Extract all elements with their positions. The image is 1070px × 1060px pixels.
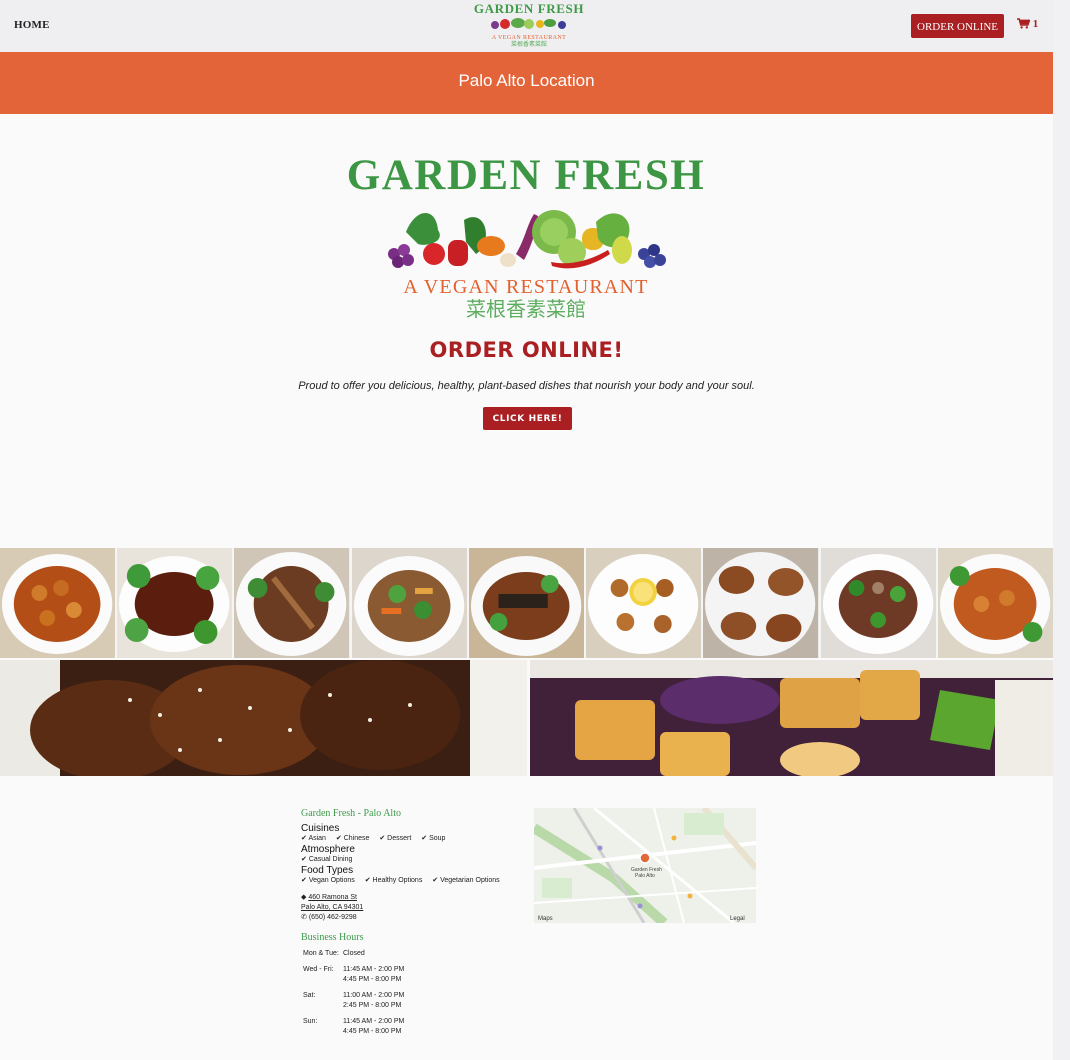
featured-dish-photo (0, 660, 1053, 776)
hero-logo-title: GARDEN FRESH (346, 152, 706, 199)
restaurant-info: Garden Fresh - Palo Alto Cuisines ✔ Asia… (301, 808, 531, 1043)
list-item: ✔ Healthy Options (364, 877, 423, 884)
food-types-list: ✔ Vegan Options ✔ Healthy Options ✔ Vege… (301, 876, 531, 884)
hours-days: Sun: (303, 1018, 318, 1025)
cart-count: 1 (1032, 18, 1039, 30)
header-logo-chinese: 菜根香素菜館 (510, 42, 547, 48)
list-item: ✔ Dessert (379, 835, 412, 842)
header-logo-subtitle: A VEGAN RESTAURANT (491, 35, 567, 41)
location-banner: Palo Alto Location (0, 52, 1053, 114)
business-hours-title: Business Hours (301, 932, 364, 943)
address-link-line1[interactable]: 460 Ramona St (308, 894, 357, 901)
list-item: ✔ Vegan Options (301, 877, 355, 884)
hours-times: 11:45 AM - 2:00 PM 4:45 PM - 8:00 PM (343, 1018, 405, 1035)
address-link-line2[interactable]: Palo Alto, CA 94301 (301, 904, 363, 911)
phone-icon: ✆ (301, 914, 307, 921)
list-item: ✔ Vegetarian Options (432, 877, 500, 884)
hours-days: Sat: (303, 992, 316, 999)
location-map[interactable]: Garden Fresh Palo Alto Maps Legal (531, 806, 759, 927)
dish-photo (234, 548, 352, 658)
vegetables-illustration-icon (388, 210, 666, 269)
order-online-heading: ORDER ONLINE! (429, 338, 624, 362)
tagline: Proud to offer you delicious, healthy, p… (298, 380, 755, 392)
hero-logo-chinese: 菜根香素菜館 (466, 299, 586, 321)
featured-dish-photos (0, 660, 1053, 776)
window-scroll-gutter (1053, 0, 1070, 1060)
dish-photo (351, 548, 469, 658)
atmosphere-label: Atmosphere (301, 844, 355, 855)
table-row: Sat: 11:00 AM - 2:00 PM 2:45 PM - 8:00 PM (301, 991, 406, 1017)
location-title: Palo Alto Location (458, 71, 595, 90)
hours-days: Mon & Tue: (303, 950, 339, 957)
map-place-label: Palo Alto (635, 873, 655, 879)
click-here-button[interactable]: CLICK HERE! (483, 407, 572, 430)
dish-photo (703, 548, 821, 658)
hours-days: Wed - Fri: (303, 966, 334, 973)
list-item: ✔ Casual Dining (301, 856, 353, 863)
maps-credit: Maps (538, 916, 553, 922)
list-item: ✔ Chinese (335, 835, 370, 842)
dish-photo (586, 548, 704, 658)
business-hours-table: Mon & Tue: Closed Wed - Fri: 11:45 AM - … (301, 949, 406, 1043)
order-online-button[interactable]: ORDER ONLINE (911, 14, 1004, 38)
table-row: Wed - Fri: 11:45 AM - 2:00 PM 4:45 PM - 8… (301, 965, 406, 991)
header-logo[interactable]: GARDEN FRESH A VEGAN RESTAURANT 菜根香素菜館 (470, 1, 588, 51)
table-row: Mon & Tue: Closed (301, 949, 406, 965)
map-image: Garden Fresh Palo Alto Maps Legal (531, 806, 759, 927)
cart-button[interactable]: 1 (1017, 18, 1038, 30)
address-block: ◆ 460 Ramona St Palo Alto, CA 94301 ✆ (6… (301, 893, 531, 923)
map-legal-link: Legal (730, 916, 745, 922)
table-row: Sun: 11:45 AM - 2:00 PM 4:45 PM - 8:00 PM (301, 1017, 406, 1043)
phone-number[interactable]: (650) 462-9298 (309, 914, 357, 921)
hero-logo-subtitle: A VEGAN RESTAURANT (403, 276, 649, 298)
cuisines-label: Cuisines (301, 823, 340, 834)
top-nav: HOME GARDEN FRESH A VEGAN RESTAURANT 菜根香… (0, 0, 1053, 53)
hours-times: 11:00 AM - 2:00 PM 2:45 PM - 8:00 PM (343, 992, 405, 1009)
restaurant-name: Garden Fresh - Palo Alto (301, 808, 401, 819)
dish-photo (0, 548, 118, 658)
hero-logo: GARDEN FRESH A VEGAN RESTAURANT 菜根香素菜館 (330, 150, 722, 325)
dish-photo (937, 548, 1053, 658)
hours-times: Closed (343, 950, 365, 957)
cuisines-list: ✔ Asian ✔ Chinese ✔ Dessert ✔ Soup (301, 834, 531, 842)
location-pin-icon: ◆ (301, 894, 307, 901)
hours-times: 11:45 AM - 2:00 PM 4:45 PM - 8:00 PM (343, 966, 405, 983)
home-link[interactable]: HOME (14, 19, 50, 31)
list-item: ✔ Soup (421, 835, 446, 842)
page: HOME GARDEN FRESH A VEGAN RESTAURANT 菜根香… (0, 0, 1053, 1060)
header-logo-title: GARDEN FRESH (473, 1, 585, 16)
atmosphere-list: ✔ Casual Dining (301, 855, 531, 863)
dish-photo (820, 548, 938, 658)
dish-gallery (0, 548, 1053, 658)
dish-photo (117, 548, 235, 658)
dish-photo (468, 548, 587, 658)
cart-icon (1017, 18, 1031, 29)
list-item: ✔ Asian (301, 835, 326, 842)
vegetables-icon (491, 18, 566, 29)
food-types-label: Food Types (301, 865, 354, 876)
